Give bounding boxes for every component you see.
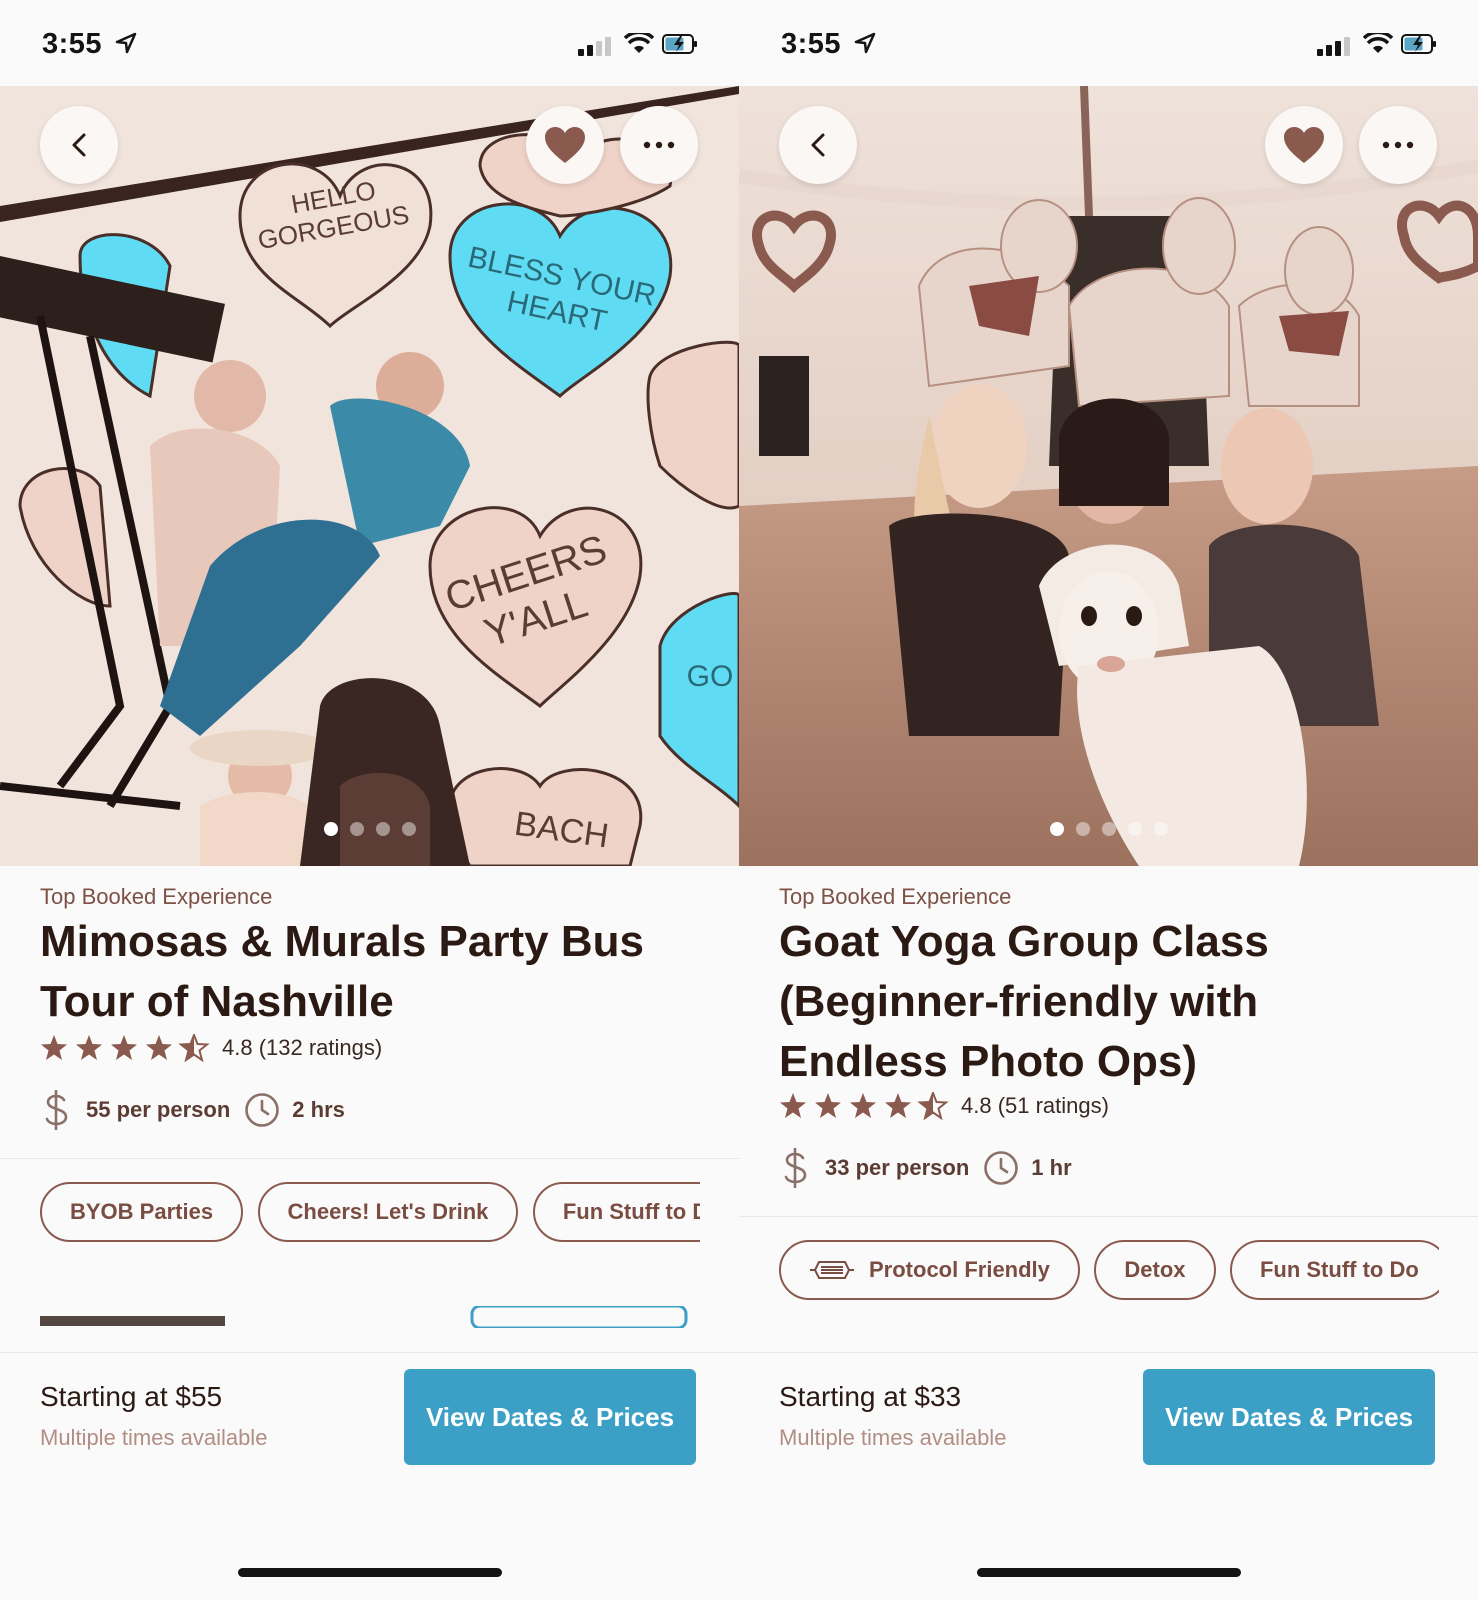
- chip-label: Protocol Friendly: [869, 1257, 1050, 1282]
- rating-text: 4.8 (132 ratings): [222, 1035, 383, 1060]
- category-chips: BYOB Parties Cheers! Let's Drink Fun Stu…: [40, 1182, 700, 1244]
- chip-cheers-lets-drink[interactable]: Cheers! Let's Drink: [257, 1182, 519, 1242]
- chip-protocol-friendly[interactable]: Protocol Friendly: [779, 1240, 1080, 1300]
- eyebrow-label: Top Booked Experience: [779, 884, 1012, 909]
- chip-detox[interactable]: Detox: [1094, 1240, 1216, 1300]
- dollar-icon: [45, 1090, 68, 1130]
- duration: 1 hr: [1031, 1155, 1072, 1180]
- more-icon: [1382, 141, 1414, 149]
- carousel-dot[interactable]: [375, 822, 390, 836]
- duration: 2 hrs: [292, 1097, 345, 1122]
- rating-text: 4.8 (51 ratings): [961, 1093, 1109, 1118]
- status-time: 3:55: [42, 28, 103, 60]
- starting-price: Starting at $55: [40, 1381, 223, 1412]
- faded-section-heading: [40, 1304, 700, 1330]
- carousel-dot[interactable]: [1127, 822, 1142, 836]
- carousel-dots: [739, 822, 1478, 836]
- star-icon: [780, 1093, 806, 1118]
- status-time: 3:55: [781, 28, 842, 60]
- hero-photo-carousel[interactable]: [739, 86, 1478, 866]
- home-indicator[interactable]: [977, 1568, 1241, 1577]
- more-icon: [643, 141, 675, 149]
- booking-footer: Starting at $55 Multiple times available…: [0, 1352, 739, 1600]
- signal-icon: [578, 37, 611, 56]
- divider: [0, 1158, 739, 1159]
- star-icon: [111, 1035, 137, 1060]
- more-options-button[interactable]: [1359, 106, 1437, 184]
- heart-icon: [545, 127, 585, 163]
- goat-yoga-photo: [739, 86, 1478, 866]
- starting-price: Starting at $33: [779, 1381, 962, 1412]
- favorite-button[interactable]: [526, 106, 604, 184]
- clock-icon: [984, 1151, 1019, 1185]
- star-rating-icons: [41, 1034, 208, 1061]
- rating-row[interactable]: 4.8 (51 ratings): [779, 1092, 1109, 1120]
- clock-icon: [245, 1093, 280, 1127]
- mask-icon: [810, 1261, 854, 1279]
- availability-note: Multiple times available: [779, 1425, 1007, 1450]
- mural-text-go: GO: [687, 660, 734, 693]
- carousel-dot[interactable]: [349, 822, 364, 836]
- signal-icon: [1317, 37, 1350, 56]
- location-arrow-icon: [115, 32, 137, 54]
- carousel-dot[interactable]: [401, 822, 416, 836]
- meta-row: 55 per person 2 hrs: [40, 1090, 359, 1130]
- back-chevron-icon: [72, 133, 86, 157]
- status-bar: 3:55: [739, 0, 1478, 86]
- star-icon: [146, 1035, 172, 1060]
- star-half-icon: [919, 1092, 947, 1119]
- wifi-icon: [1363, 33, 1393, 53]
- carousel-dot[interactable]: [1101, 822, 1116, 836]
- booking-footer: Starting at $33 Multiple times available…: [739, 1352, 1478, 1600]
- eyebrow-label: Top Booked Experience: [40, 884, 273, 909]
- star-icon: [850, 1093, 876, 1118]
- rating-row[interactable]: 4.8 (132 ratings): [40, 1034, 382, 1062]
- view-dates-prices-button[interactable]: View Dates & Prices: [404, 1369, 696, 1465]
- hero-photo-carousel[interactable]: HELLO GORGEOUS BLESS YOUR HEART CHEERS Y…: [0, 86, 739, 866]
- back-button[interactable]: [40, 106, 118, 184]
- carousel-dot[interactable]: [1049, 822, 1064, 836]
- carousel-dot[interactable]: [1075, 822, 1090, 836]
- favorite-button[interactable]: [1265, 106, 1343, 184]
- star-rating-icons: [780, 1092, 947, 1119]
- chip-fun-stuff[interactable]: Fun Stuff to Do: [1229, 1240, 1439, 1300]
- category-chips: Protocol Friendly Detox Fun Stuff to Do: [779, 1240, 1439, 1302]
- status-bar: 3:55: [0, 0, 739, 86]
- dollar-icon: [784, 1148, 807, 1188]
- more-options-button[interactable]: [620, 106, 698, 184]
- chip-byob-parties[interactable]: BYOB Parties: [40, 1182, 244, 1242]
- location-arrow-icon: [854, 32, 876, 54]
- star-half-icon: [180, 1034, 208, 1061]
- screen-goat-yoga: 3:55 Top Booked Experience Goat Yoga Gro…: [739, 0, 1478, 1600]
- meta-row: 33 per person 1 hr: [779, 1148, 1086, 1188]
- view-dates-prices-button[interactable]: View Dates & Prices: [1143, 1369, 1435, 1465]
- battery-icon: [1401, 34, 1436, 54]
- home-indicator[interactable]: [238, 1568, 502, 1577]
- wifi-icon: [624, 33, 654, 53]
- carousel-dots: [0, 822, 739, 836]
- experience-title: Goat Yoga Group Class (Beginner-friendly…: [779, 917, 1269, 1086]
- screen-party-bus: 3:55 HELLO GORGEOUS BLESS YOUR HEART CHE…: [0, 0, 739, 1600]
- availability-note: Multiple times available: [40, 1425, 268, 1450]
- star-icon: [815, 1093, 841, 1118]
- star-icon: [885, 1093, 911, 1118]
- heart-icon: [1284, 127, 1324, 163]
- divider: [739, 1216, 1478, 1217]
- price-per-person: 55 per person: [86, 1097, 231, 1122]
- party-bus-mural-photo: HELLO GORGEOUS BLESS YOUR HEART CHEERS Y…: [0, 86, 739, 866]
- carousel-dot[interactable]: [323, 822, 338, 836]
- back-button[interactable]: [779, 106, 857, 184]
- back-chevron-icon: [811, 133, 825, 157]
- battery-icon: [662, 34, 697, 54]
- price-per-person: 33 per person: [825, 1155, 970, 1180]
- star-icon: [76, 1035, 102, 1060]
- experience-title: Mimosas & Murals Party Bus Tour of Nashv…: [40, 917, 644, 1026]
- chip-fun-stuff[interactable]: Fun Stuff to Do: [532, 1182, 700, 1242]
- star-icon: [41, 1035, 67, 1060]
- carousel-dot[interactable]: [1153, 822, 1168, 836]
